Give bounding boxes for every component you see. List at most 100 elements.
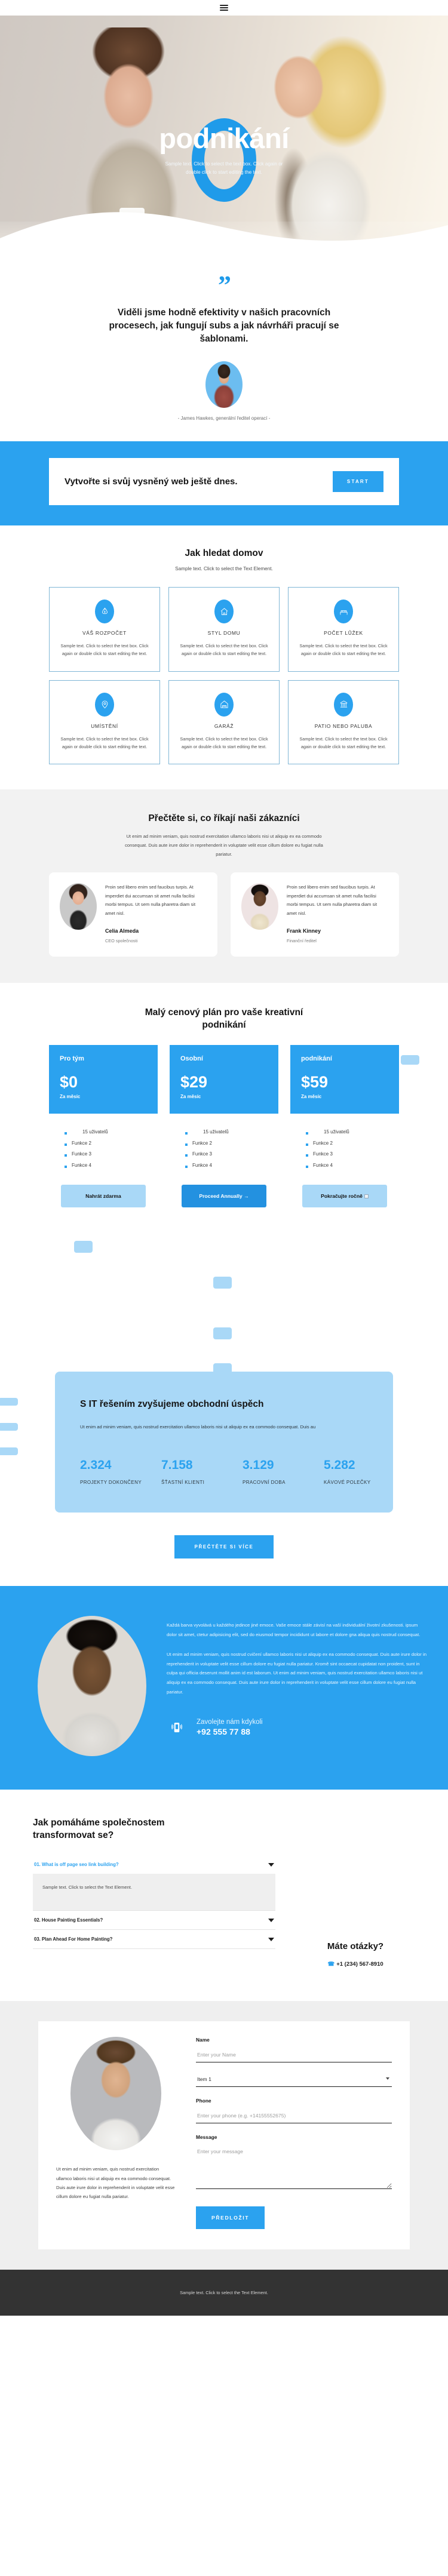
hamburger-menu-icon[interactable] [220,4,228,11]
pricing-title: Malý cenový plán pro vaše kreativní podn… [145,1007,303,1030]
plan-price: $59 [301,1072,329,1091]
feature-card[interactable]: POČET LŮŽEK Sample text. Click to select… [288,587,399,672]
testimonial-quote: Proin sed libero enim sed faucibus turpi… [105,884,196,917]
plan-cta-button[interactable]: Pokračujte ročně [302,1184,387,1207]
faq-question-toggle[interactable]: 02. House Painting Essentials? [33,1911,275,1929]
name-input[interactable] [196,2049,392,2063]
hero-section: podnikání Sample text. Click to select t… [0,16,448,254]
broken-image-icon [364,1194,369,1198]
plan-name: Pro tým [60,1055,84,1062]
stats-row: 2.324 PROJEKTY DOKONČENY 7.158 ŠŤASTNÍ K… [80,1458,370,1485]
plan-feature: 15 uživatelů [185,1127,278,1138]
plan-cta-button[interactable]: Nahrát zdarma [61,1184,146,1207]
profile-copy: Každá barva vyvolává u každého jedince j… [167,1616,427,1740]
stat-item: 2.324 PROJEKTY DOKONČENY [80,1459,146,1485]
plan-feature: 15 uživatelů [306,1127,399,1138]
chevron-down-icon[interactable] [268,1918,274,1922]
chevron-down-icon[interactable] [268,1937,274,1941]
faq-title: Jak pomáháme společnostem transformovat … [33,1818,165,1841]
house-icon [214,600,234,624]
feature-card[interactable]: VÁŠ ROZPOČET Sample text. Click to selec… [49,587,160,672]
plan-period: Za měsíc [180,1093,201,1099]
patio-columns-icon [334,692,353,717]
pricing-plan-header: Pro tým $0 Za měsíc [49,1044,158,1114]
message-textarea[interactable] [196,2146,392,2190]
faq-side-phone[interactable]: ☎ +1 (234) 567-8910 [296,1961,415,1968]
avatar [60,883,97,930]
support-agent-photo [310,1817,401,1931]
name-label: Name [196,2037,210,2043]
stats-section: S IT řešením zvyšujeme obchodní úspěch U… [0,1371,448,1587]
feature-card[interactable]: GARÁŽ Sample text. Click to select the t… [168,680,280,765]
blue-profile-section: Každá barva vyvolává u každého jedince j… [0,1586,448,1790]
features-title: Jak hledat domov [185,548,263,559]
faq-question: 02. House Painting Essentials? [34,1917,103,1923]
faq-item: 02. House Painting Essentials? [33,1911,275,1931]
stats-title: S IT řešením zvyšujeme obchodní úspěch [80,1398,264,1409]
pricing-grid: Pro tým $0 Za měsíc 15 uživatelů Funkce … [49,1044,419,1207]
stat-item: 7.158 ŠŤASTNÍ KLIENTI [161,1459,227,1485]
stats-lead: Ut enim ad minim veniam, quis nostrud ex… [80,1424,316,1430]
submit-button[interactable]: PŘEDLOŽIT [196,2206,265,2230]
stats-button-row: PŘEČTĚTE SI VÍCE [0,1535,448,1559]
read-more-button[interactable]: PŘEČTĚTE SI VÍCE [174,1535,274,1559]
faq-question-toggle[interactable]: 01. What is off page seo link building? [33,1855,275,1874]
call-number[interactable]: +92 555 77 88 [197,1727,263,1736]
pricing-section: Malý cenový plán pro vaše kreativní podn… [0,982,448,1207]
floating-pill [0,1422,18,1431]
features-grid: VÁŠ ROZPOČET Sample text. Click to selec… [49,587,399,765]
faq-side-phone-number: +1 (234) 567-8910 [336,1961,383,1968]
testimonial-quote: Proin sed libero enim sed faucibus turpi… [287,884,378,917]
testimonial-name: Celia Almeda [105,927,139,934]
plan-feature: Funkce 4 [306,1160,399,1172]
faq-side-panel: Máte otázky? ☎ +1 (234) 567-8910 [296,1817,415,1968]
feature-title: STYL DOMU [207,630,241,637]
avatar [241,883,278,930]
faq-question-toggle[interactable]: 03. Plan Ahead For Home Painting? [33,1930,275,1948]
plan-period: Za měsíc [60,1093,81,1099]
contact-text: Ut enim ad minim veniam, quis nostrud ex… [56,2166,175,2199]
call-row[interactable]: Zavolejte nám kdykoli +92 555 77 88 [167,1714,427,1740]
plan-price: $29 [180,1072,208,1091]
feature-card[interactable]: UMÍSTĚNÍ Sample text. Click to select th… [49,680,160,765]
stat-label: ŠŤASTNÍ KLIENTI [161,1480,205,1486]
plan-feature: Funkce 3 [65,1149,158,1160]
testimonials-grid: Proin sed libero enim sed faucibus turpi… [49,872,399,957]
quote-section: ” Viděli jsme hodně efektivity v našich … [0,254,448,442]
floating-pill [213,1327,232,1339]
pricing-plan-card: podnikání $59 Za měsíc 15 uživatelů Funk… [290,1044,399,1207]
feature-card[interactable]: STYL DOMU Sample text. Click to select t… [168,587,280,672]
profile-paragraph-1: Každá barva vyvolává u každého jedince j… [167,1622,421,1638]
plan-feature: Funkce 2 [65,1138,158,1149]
profile-photo [38,1616,146,1757]
testimonial-name: Frank Kinney [287,927,321,934]
chevron-down-icon[interactable] [268,1862,274,1867]
phone-input[interactable] [196,2110,392,2124]
quote-avatar [205,361,243,408]
plan-feature: Funkce 2 [306,1138,399,1149]
plan-cta-label: Pokračujte ročně [321,1192,363,1199]
feature-text: Sample text. Click to select the text bo… [60,643,149,657]
burger-line [220,4,228,6]
plan-name: podnikání [301,1055,332,1062]
testimonials-subtitle: Ut enim ad minim veniam, quis nostrud ex… [125,834,323,857]
stat-value: 3.129 [243,1458,274,1473]
pricing-plan-header: podnikání $59 Za měsíc [290,1044,399,1114]
start-button[interactable]: START [332,471,383,493]
contact-section: Ut enim ad minim veniam, quis nostrud ex… [0,2001,448,2270]
item-select[interactable]: Item 1 [196,2074,392,2088]
plan-cta-button[interactable]: Proceed Annually → [182,1184,266,1207]
burger-line [220,7,228,8]
mobile-phone-ringing-icon [167,1714,187,1740]
testimonial-card: Proin sed libero enim sed faucibus turpi… [49,872,217,957]
faq-section: Jak pomáháme společnostem transformovat … [0,1790,448,2002]
feature-title: VÁŠ ROZPOČET [82,630,127,637]
contact-person-photo [70,2037,161,2151]
floating-pill [0,1447,18,1455]
map-pin-icon [95,692,114,717]
feature-title: UMÍSTĚNÍ [91,723,118,729]
plan-feature: Funkce 3 [306,1149,399,1160]
pricing-plan-header: Osobní $29 Za měsíc [170,1044,278,1114]
plan-price: $0 [60,1072,78,1091]
feature-card[interactable]: PATIO NEBO PALUBA Sample text. Click to … [288,680,399,765]
